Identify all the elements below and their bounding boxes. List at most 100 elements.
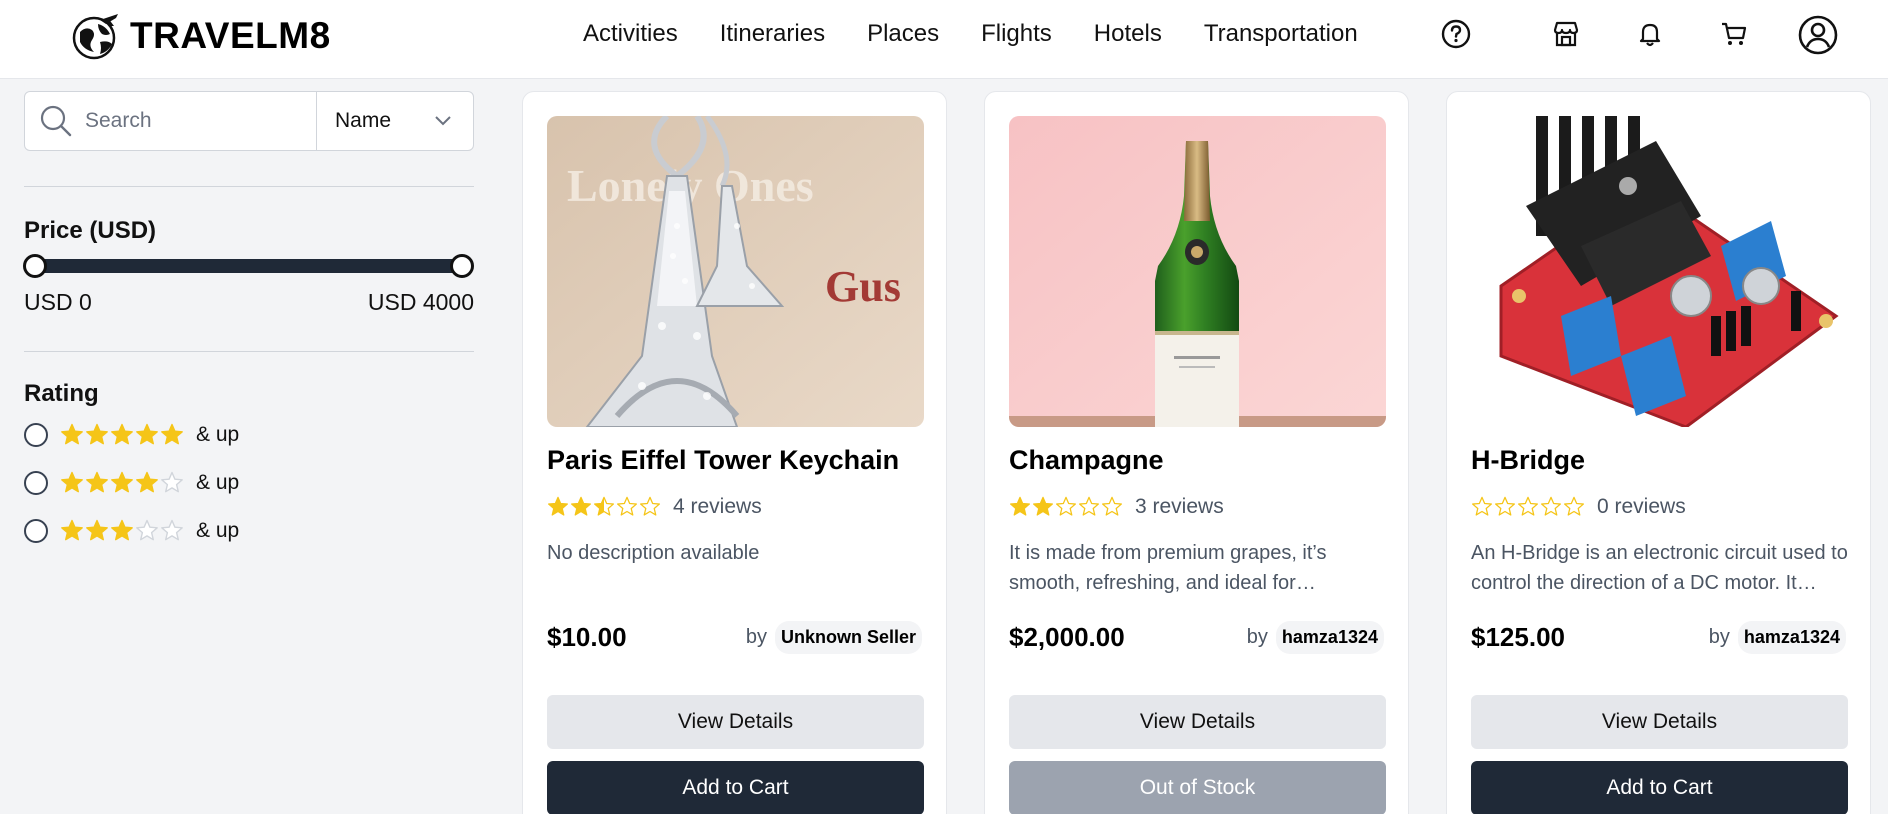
search-sort-bar: Name xyxy=(24,91,474,151)
star-icon xyxy=(1564,496,1584,516)
main-nav: Activities Itineraries Places Flights Ho… xyxy=(583,20,1358,48)
svg-text:Gus: Gus xyxy=(825,262,901,311)
sort-selected-value: Name xyxy=(335,109,392,132)
star-icon xyxy=(1102,496,1122,516)
price-filter-title: Price (USD) xyxy=(24,217,157,244)
star-icon xyxy=(111,423,133,445)
product-description: It is made from premium grapes, it’s smo… xyxy=(1009,542,1327,594)
star-icon xyxy=(61,423,83,445)
product-image-champagne[interactable] xyxy=(1009,116,1386,427)
star-icon xyxy=(1472,496,1492,516)
star-rating xyxy=(60,519,184,543)
star-rating xyxy=(60,423,184,447)
rating-radio[interactable] xyxy=(24,519,48,543)
product-rating: 3 reviews xyxy=(1009,495,1224,519)
brand-name: TRAVELM8 xyxy=(130,15,331,56)
price-max-label: USD 4000 xyxy=(367,289,474,315)
star-icon xyxy=(136,423,158,445)
search-input[interactable] xyxy=(85,109,305,133)
star-icon xyxy=(136,471,158,493)
product-price: $2,000.00 xyxy=(1009,622,1125,652)
star-rating xyxy=(1009,496,1123,518)
product-seller: by hamza1324 xyxy=(1709,621,1846,654)
globe-plane-icon xyxy=(72,14,118,60)
seller-badge: hamza1324 xyxy=(1275,621,1384,654)
divider xyxy=(24,351,474,352)
star-icon xyxy=(61,519,83,541)
star-icon xyxy=(111,519,133,541)
seller-badge: hamza1324 xyxy=(1737,621,1846,654)
star-icon xyxy=(640,496,660,516)
star-icon xyxy=(161,519,183,541)
product-seller: by Unknown Seller xyxy=(746,621,922,654)
by-label: by xyxy=(1246,626,1268,648)
rating-option-4[interactable]: & up xyxy=(24,468,239,498)
search-field xyxy=(25,92,317,150)
star-rating xyxy=(1471,496,1585,518)
star-icon xyxy=(86,423,108,445)
chevron-down-icon xyxy=(435,116,451,126)
rating-option-3[interactable]: & up xyxy=(24,516,239,546)
brand-logo[interactable]: TRAVELM8 xyxy=(70,12,331,60)
product-title[interactable]: Paris Eiffel Tower Keychain xyxy=(547,445,899,476)
star-icon xyxy=(1079,496,1099,516)
product-title[interactable]: Champagne xyxy=(1009,445,1164,476)
star-icon xyxy=(86,519,108,541)
nav-itineraries[interactable]: Itineraries xyxy=(720,20,825,48)
by-label: by xyxy=(745,626,767,648)
star-icon xyxy=(548,496,568,516)
star-icon xyxy=(1541,496,1561,516)
sort-select[interactable]: Name xyxy=(317,92,473,150)
star-icon xyxy=(1495,496,1515,516)
rating-option-label: & up xyxy=(196,423,240,446)
product-rating: 4 reviews xyxy=(547,495,762,519)
view-details-button[interactable]: View Details xyxy=(547,695,924,749)
rating-option-5[interactable]: & up xyxy=(24,420,239,450)
star-icon xyxy=(86,471,108,493)
star-icon xyxy=(136,519,158,541)
search-icon xyxy=(40,105,72,137)
store-icon[interactable] xyxy=(1548,16,1584,52)
view-details-button[interactable]: View Details xyxy=(1009,695,1386,749)
rating-filter-title: Rating xyxy=(24,380,99,407)
price-min-label: USD 0 xyxy=(24,289,92,315)
nav-hotels[interactable]: Hotels xyxy=(1094,20,1162,48)
view-details-button[interactable]: View Details xyxy=(1471,695,1848,749)
star-rating xyxy=(547,496,661,518)
price-min-handle[interactable] xyxy=(23,254,47,278)
bell-icon[interactable] xyxy=(1632,16,1668,52)
star-icon xyxy=(1056,496,1076,516)
seller-badge: Unknown Seller xyxy=(774,621,922,654)
product-seller: by hamza1324 xyxy=(1247,621,1384,654)
review-count: 3 reviews xyxy=(1135,495,1224,518)
nav-places[interactable]: Places xyxy=(867,20,939,48)
rating-option-label: & up xyxy=(196,471,240,494)
product-card: Champagne 3 reviews It is made from prem… xyxy=(984,91,1409,814)
rating-radio[interactable] xyxy=(24,471,48,495)
star-icon xyxy=(161,423,183,445)
product-description: No description available xyxy=(547,542,760,564)
product-image-hbridge[interactable] xyxy=(1471,116,1848,427)
product-price: $125.00 xyxy=(1471,622,1565,652)
product-description: An H-Bridge is an electronic circuit use… xyxy=(1471,542,1848,594)
star-icon xyxy=(617,496,637,516)
cart-icon[interactable] xyxy=(1716,16,1752,52)
nav-transportation[interactable]: Transportation xyxy=(1204,20,1358,48)
product-image-keychain[interactable]: Lonely Ones Gus xyxy=(547,116,924,427)
price-slider-track[interactable] xyxy=(34,259,462,273)
rating-option-label: & up xyxy=(196,519,240,542)
nav-flights[interactable]: Flights xyxy=(981,20,1052,48)
product-title[interactable]: H-Bridge xyxy=(1471,445,1585,476)
divider xyxy=(24,186,474,187)
user-icon[interactable] xyxy=(1797,14,1839,56)
nav-activities[interactable]: Activities xyxy=(583,20,678,48)
rating-radio[interactable] xyxy=(24,423,48,447)
by-label: by xyxy=(1708,626,1730,648)
help-icon[interactable] xyxy=(1438,16,1474,52)
star-icon xyxy=(111,471,133,493)
product-price: $10.00 xyxy=(547,622,627,652)
out-of-stock-button[interactable]: Out of Stock xyxy=(1009,761,1386,814)
add-to-cart-button[interactable]: Add to Cart xyxy=(547,761,924,814)
price-max-handle[interactable] xyxy=(450,254,474,278)
add-to-cart-button[interactable]: Add to Cart xyxy=(1471,761,1848,814)
